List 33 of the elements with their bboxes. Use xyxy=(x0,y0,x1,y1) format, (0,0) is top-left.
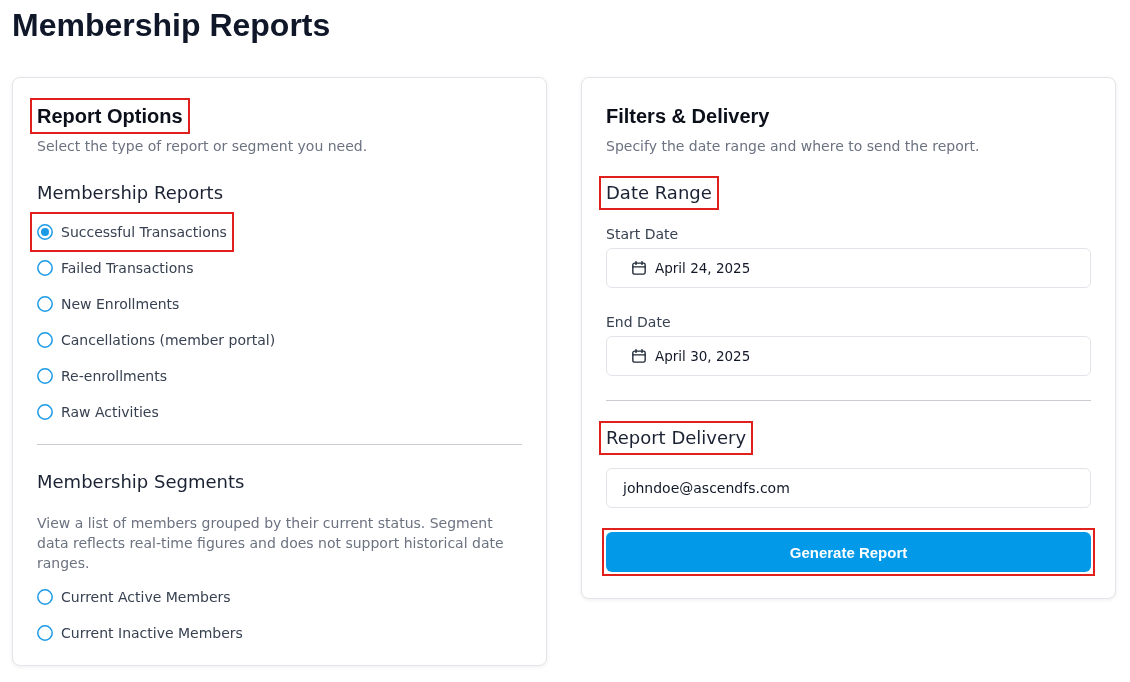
calendar-icon xyxy=(632,349,646,363)
section-description: View a list of members grouped by their current status. Segment data reflects real-time figures and does not support historical date ranges. xyxy=(37,514,505,573)
radio-option[interactable]: Current Active Members xyxy=(37,585,231,609)
radio-option[interactable]: Raw Activities xyxy=(37,400,159,424)
card-title: Report Options xyxy=(30,98,190,134)
section-heading: Membership Reports xyxy=(37,181,224,205)
section-heading: Membership Segments xyxy=(37,470,245,494)
radio-icon[interactable] xyxy=(37,260,53,276)
radio-option[interactable]: Successful Transactions xyxy=(30,212,234,252)
radio-option[interactable]: Re-enrollments xyxy=(37,364,167,388)
date-field[interactable]: April 30, 2025 xyxy=(606,336,1091,376)
section-heading: Date Range xyxy=(599,176,719,210)
radio-icon[interactable] xyxy=(37,404,53,420)
radio-icon[interactable] xyxy=(37,625,53,641)
card-subtitle: Select the type of report or segment you need. xyxy=(37,137,368,156)
radio-icon[interactable] xyxy=(37,589,53,605)
radio-icon[interactable] xyxy=(37,332,53,348)
field-label: End Date xyxy=(606,313,671,332)
card-subtitle: Specify the date range and where to send the report. xyxy=(606,137,980,156)
field-label: Start Date xyxy=(606,225,679,244)
radio-option[interactable]: Cancellations (member portal) xyxy=(37,328,276,352)
page-title: Membership Reports xyxy=(12,7,331,44)
radio-icon[interactable] xyxy=(37,368,53,384)
card-title: Filters & Delivery xyxy=(606,104,770,129)
radio-icon[interactable] xyxy=(37,296,53,312)
section-heading: Report Delivery xyxy=(599,421,754,455)
calendar-icon xyxy=(632,261,646,275)
radio-option[interactable]: New Enrollments xyxy=(37,292,180,316)
radio-option[interactable]: Failed Transactions xyxy=(37,256,194,280)
radio-option[interactable]: Current Inactive Members xyxy=(37,621,243,645)
date-field[interactable]: April 24, 2025 xyxy=(606,248,1091,288)
radio-icon[interactable] xyxy=(37,224,53,240)
email-field[interactable]: johndoe@ascendfs.com xyxy=(606,468,1091,508)
